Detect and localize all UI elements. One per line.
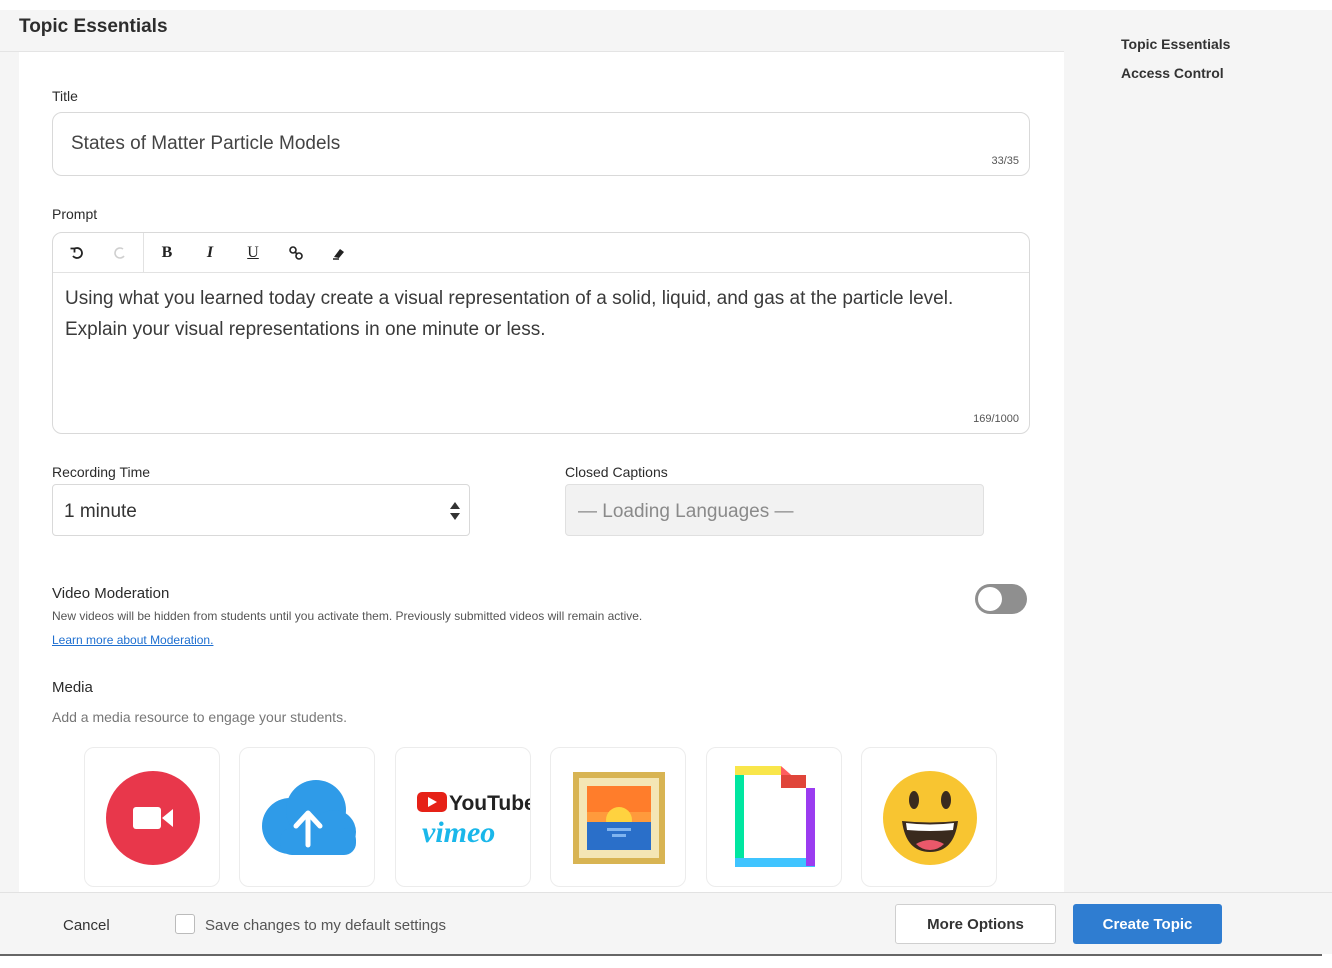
bold-button[interactable]: B — [157, 243, 177, 263]
prompt-editor[interactable]: B I U Using what you learned today creat… — [52, 232, 1030, 434]
recording-time-value: 1 minute — [64, 501, 137, 522]
save-default-checkbox[interactable] — [175, 914, 195, 934]
image-frame-icon — [573, 772, 665, 864]
cancel-button[interactable]: Cancel — [63, 917, 110, 934]
media-tile-image[interactable] — [550, 747, 686, 887]
video-moderation-title: Video Moderation — [52, 585, 170, 602]
youtube-text: YouTube — [449, 792, 531, 815]
emoji-icon — [883, 771, 977, 865]
underline-button[interactable]: U — [243, 243, 263, 263]
video-record-icon — [106, 771, 200, 865]
cloud-upload-icon — [262, 780, 356, 855]
title-char-counter: 33/35 — [991, 155, 1019, 167]
media-tile-gif[interactable] — [706, 747, 842, 887]
youtube-vimeo-icon: YouTube vimeo — [417, 792, 531, 849]
page-title: Topic Essentials — [19, 16, 168, 37]
toolbar-divider — [143, 233, 144, 273]
title-input-value[interactable]: States of Matter Particle Models — [71, 133, 340, 155]
gif-icon — [735, 766, 815, 867]
clear-format-icon[interactable] — [329, 243, 349, 263]
footer-bar: Cancel Save changes to my default settin… — [0, 892, 1332, 954]
section-nav: Topic Essentials Access Control — [1064, 10, 1332, 892]
select-arrows-icon — [449, 500, 461, 522]
prompt-text[interactable]: Using what you learned today create a vi… — [65, 283, 995, 345]
toggle-knob — [978, 587, 1002, 611]
video-moderation-description: New videos will be hidden from students … — [52, 609, 643, 623]
editor-toolbar: B I U — [53, 233, 1029, 273]
undo-icon[interactable] — [67, 243, 87, 263]
recording-time-label: Recording Time — [52, 464, 151, 480]
media-tile-emoji[interactable] — [861, 747, 997, 887]
link-icon[interactable] — [286, 243, 306, 263]
redo-icon[interactable] — [110, 243, 130, 263]
media-tile-upload[interactable] — [239, 747, 375, 887]
nav-topic-essentials[interactable]: Topic Essentials — [1121, 36, 1230, 52]
save-default-label[interactable]: Save changes to my default settings — [205, 917, 446, 934]
title-field[interactable]: States of Matter Particle Models 33/35 — [52, 112, 1030, 176]
prompt-label: Prompt — [52, 206, 98, 222]
nav-access-control[interactable]: Access Control — [1121, 65, 1224, 81]
moderation-learn-more-link[interactable]: Learn more about Moderation. — [52, 633, 213, 647]
more-options-button[interactable]: More Options — [895, 904, 1056, 944]
recording-time-select[interactable]: 1 minute — [52, 484, 470, 536]
prompt-char-counter: 169/1000 — [973, 413, 1019, 425]
left-gutter — [0, 52, 19, 892]
closed-captions-label: Closed Captions — [565, 464, 668, 480]
top-strip — [0, 0, 1332, 10]
closed-captions-value: — Loading Languages — — [578, 501, 794, 522]
video-moderation-toggle[interactable] — [975, 584, 1027, 614]
media-tile-record[interactable] — [84, 747, 220, 887]
create-topic-button[interactable]: Create Topic — [1073, 904, 1222, 944]
media-title: Media — [52, 679, 93, 696]
title-label: Title — [52, 88, 78, 104]
italic-button[interactable]: I — [200, 243, 220, 263]
media-description: Add a media resource to engage your stud… — [52, 709, 347, 725]
footer-bottom-border — [0, 954, 1322, 956]
closed-captions-select[interactable]: — Loading Languages — — [565, 484, 984, 536]
header-bar: Topic Essentials — [0, 10, 1064, 52]
vimeo-text: vimeo — [422, 816, 495, 849]
media-tile-youtube-vimeo[interactable]: YouTube vimeo — [395, 747, 531, 887]
